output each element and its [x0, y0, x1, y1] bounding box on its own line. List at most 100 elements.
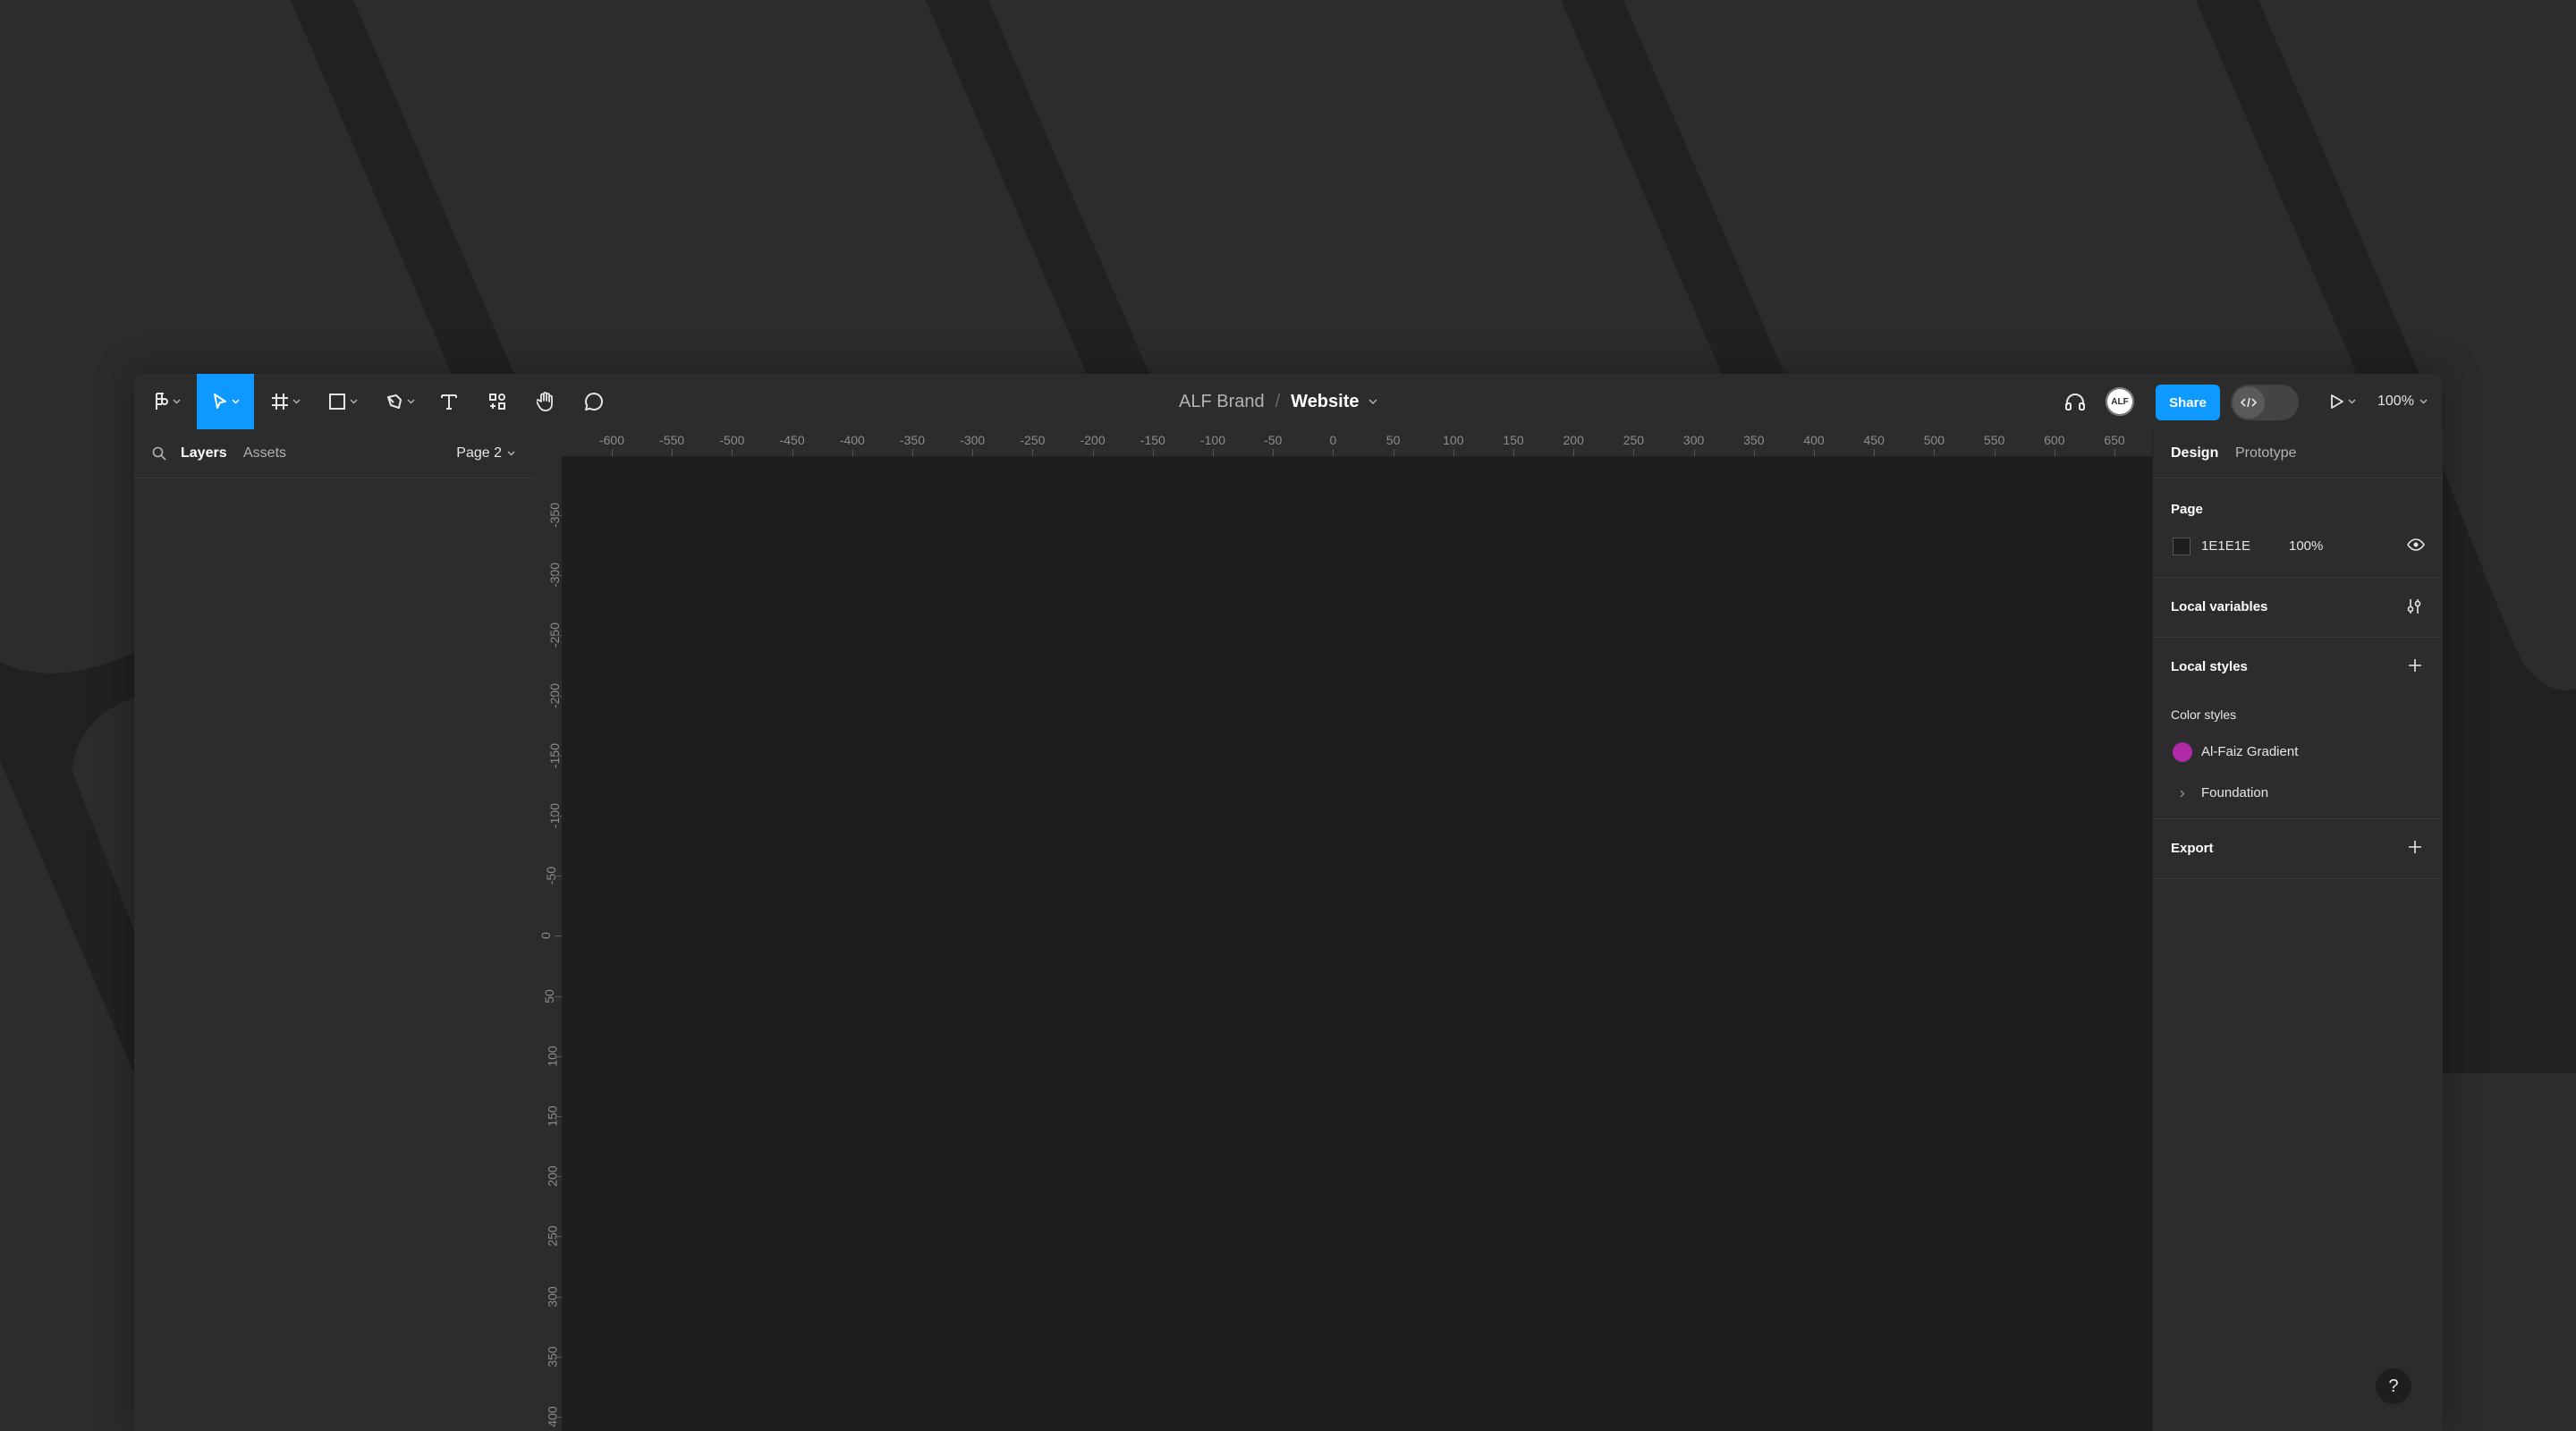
- ruler-label: -300: [960, 433, 986, 447]
- left-panel-tabs: Layers Assets Page 2: [134, 429, 535, 478]
- chevron-down-icon: [406, 399, 415, 404]
- chevron-down-icon: [292, 399, 301, 404]
- components-icon: [489, 394, 505, 410]
- ruler-tick: [2114, 449, 2115, 456]
- rectangle-icon: [328, 394, 345, 410]
- resources-tool-button[interactable]: [481, 374, 513, 429]
- tab-prototype[interactable]: Prototype: [2235, 429, 2296, 478]
- main-menu-button[interactable]: [147, 374, 188, 429]
- ruler-label: -600: [598, 433, 625, 447]
- ruler-tick: [555, 816, 562, 817]
- ruler-label: -500: [719, 433, 745, 447]
- chevron-down-icon[interactable]: [1368, 399, 1377, 404]
- ruler-tick: [1273, 449, 1275, 456]
- canvas[interactable]: [563, 457, 2286, 1431]
- visibility-toggle[interactable]: [2407, 538, 2425, 556]
- ruler-label: -50: [1264, 433, 1283, 447]
- file-name[interactable]: Website: [1291, 392, 1359, 412]
- ruler-tick: [555, 695, 562, 697]
- pen-tool-button[interactable]: [377, 374, 422, 429]
- dev-mode-knob: [2233, 386, 2265, 419]
- breadcrumb-separator: /: [1275, 391, 1281, 411]
- chevron-down-icon: [2347, 399, 2356, 404]
- page-color-swatch[interactable]: [2173, 538, 2190, 555]
- comment-tool-button[interactable]: [578, 374, 610, 429]
- page-selector[interactable]: Page 2: [456, 429, 515, 478]
- tab-assets[interactable]: Assets: [243, 429, 286, 478]
- page-selector-label: Page 2: [456, 445, 502, 461]
- frame-tool-button[interactable]: [263, 374, 308, 429]
- style-group-foundation[interactable]: Foundation: [2153, 777, 2443, 809]
- ruler-label: 150: [1503, 433, 1524, 447]
- headphones-icon: [2065, 394, 2085, 411]
- project-breadcrumb[interactable]: ALF Brand: [1179, 392, 1265, 412]
- ruler-label: 250: [1623, 433, 1645, 447]
- chevron-down-icon: [349, 399, 358, 404]
- local-styles-heading: Local styles: [2171, 659, 2248, 674]
- style-group-name: Foundation: [2201, 785, 2269, 800]
- ruler-label: -550: [659, 433, 685, 447]
- help-button[interactable]: ?: [2376, 1368, 2411, 1404]
- ruler-tick: [1213, 449, 1214, 456]
- plus-icon: [2409, 659, 2421, 672]
- ruler-tick: [1152, 449, 1154, 456]
- ruler-tick: [612, 449, 613, 456]
- horizontal-ruler: -600 -550 -500 -450 -400 -350 -300 -250 -200 -150…: [535, 429, 2286, 457]
- chevron-down-icon: [507, 451, 515, 456]
- tab-layers[interactable]: Layers: [181, 429, 227, 478]
- ruler-label: -200: [1080, 433, 1106, 447]
- ruler-label: -250: [1020, 433, 1046, 447]
- page-color-opacity[interactable]: 100%: [2289, 538, 2323, 554]
- ruler-tick: [1453, 449, 1454, 456]
- ruler-tick: [555, 755, 562, 757]
- move-tool-button[interactable]: [197, 374, 254, 429]
- ruler-tick: [555, 635, 562, 637]
- variables-adjust-icon: [2407, 599, 2421, 614]
- page-color-hex[interactable]: 1E1E1E: [2201, 538, 2250, 554]
- hand-tool-button[interactable]: [530, 374, 562, 429]
- ruler-tick: [1032, 449, 1034, 456]
- tab-design[interactable]: Design: [2171, 429, 2218, 478]
- ruler-tick: [732, 449, 733, 456]
- ruler-tick: [1753, 449, 1755, 456]
- chevron-down-icon: [172, 399, 181, 404]
- local-styles-section: Local styles Color styles Al-Faiz Gradie…: [2153, 638, 2443, 819]
- file-title: ALF Brand / Website: [1179, 374, 1377, 429]
- export-heading: Export: [2171, 841, 2214, 856]
- ruler-tick: [1513, 449, 1514, 456]
- chevron-down-icon: [231, 399, 240, 404]
- local-variables-section[interactable]: Local variables: [2153, 578, 2443, 638]
- ruler-label: 0: [1329, 433, 1337, 447]
- text-tool-button[interactable]: [433, 374, 465, 429]
- search-layers-button[interactable]: [152, 429, 166, 478]
- ruler-tick: [1693, 449, 1695, 456]
- audio-button[interactable]: [2057, 374, 2093, 429]
- avatar[interactable]: ALF: [2106, 387, 2134, 416]
- style-name: Al-Faiz Gradient: [2201, 744, 2299, 759]
- variables-button[interactable]: [2405, 597, 2423, 620]
- shape-tool-button[interactable]: [320, 374, 365, 429]
- add-export-button[interactable]: [2407, 839, 2423, 859]
- ruler-tick: [912, 449, 913, 456]
- zoom-level: 100%: [2377, 394, 2414, 409]
- ruler-tick: [1092, 449, 1094, 456]
- add-style-button[interactable]: [2407, 657, 2423, 678]
- text-icon: [441, 394, 457, 410]
- ruler-label: -450: [779, 433, 805, 447]
- style-item-al-faiz-gradient[interactable]: Al-Faiz Gradient: [2153, 736, 2443, 768]
- share-button[interactable]: Share: [2156, 385, 2220, 420]
- present-button[interactable]: [2322, 374, 2363, 429]
- frame-hash-icon: [271, 394, 288, 410]
- zoom-menu[interactable]: 100%: [2377, 374, 2428, 429]
- dev-mode-toggle[interactable]: [2231, 385, 2299, 420]
- ruler-label: 500: [1923, 433, 1945, 447]
- ruler-tick: [555, 1055, 562, 1057]
- ruler-label: 650: [2104, 433, 2125, 447]
- ruler-label: 350: [1743, 433, 1765, 447]
- ruler-tick: [555, 515, 562, 516]
- vertical-ruler: -350 -300 -250 -200 -150 -100 -50 0 50 100 150 200 2…: [535, 456, 563, 1431]
- ruler-label: 600: [2044, 433, 2065, 447]
- ruler-tick: [792, 449, 793, 456]
- ruler-tick: [555, 1236, 562, 1238]
- ruler-label: 0: [538, 932, 553, 940]
